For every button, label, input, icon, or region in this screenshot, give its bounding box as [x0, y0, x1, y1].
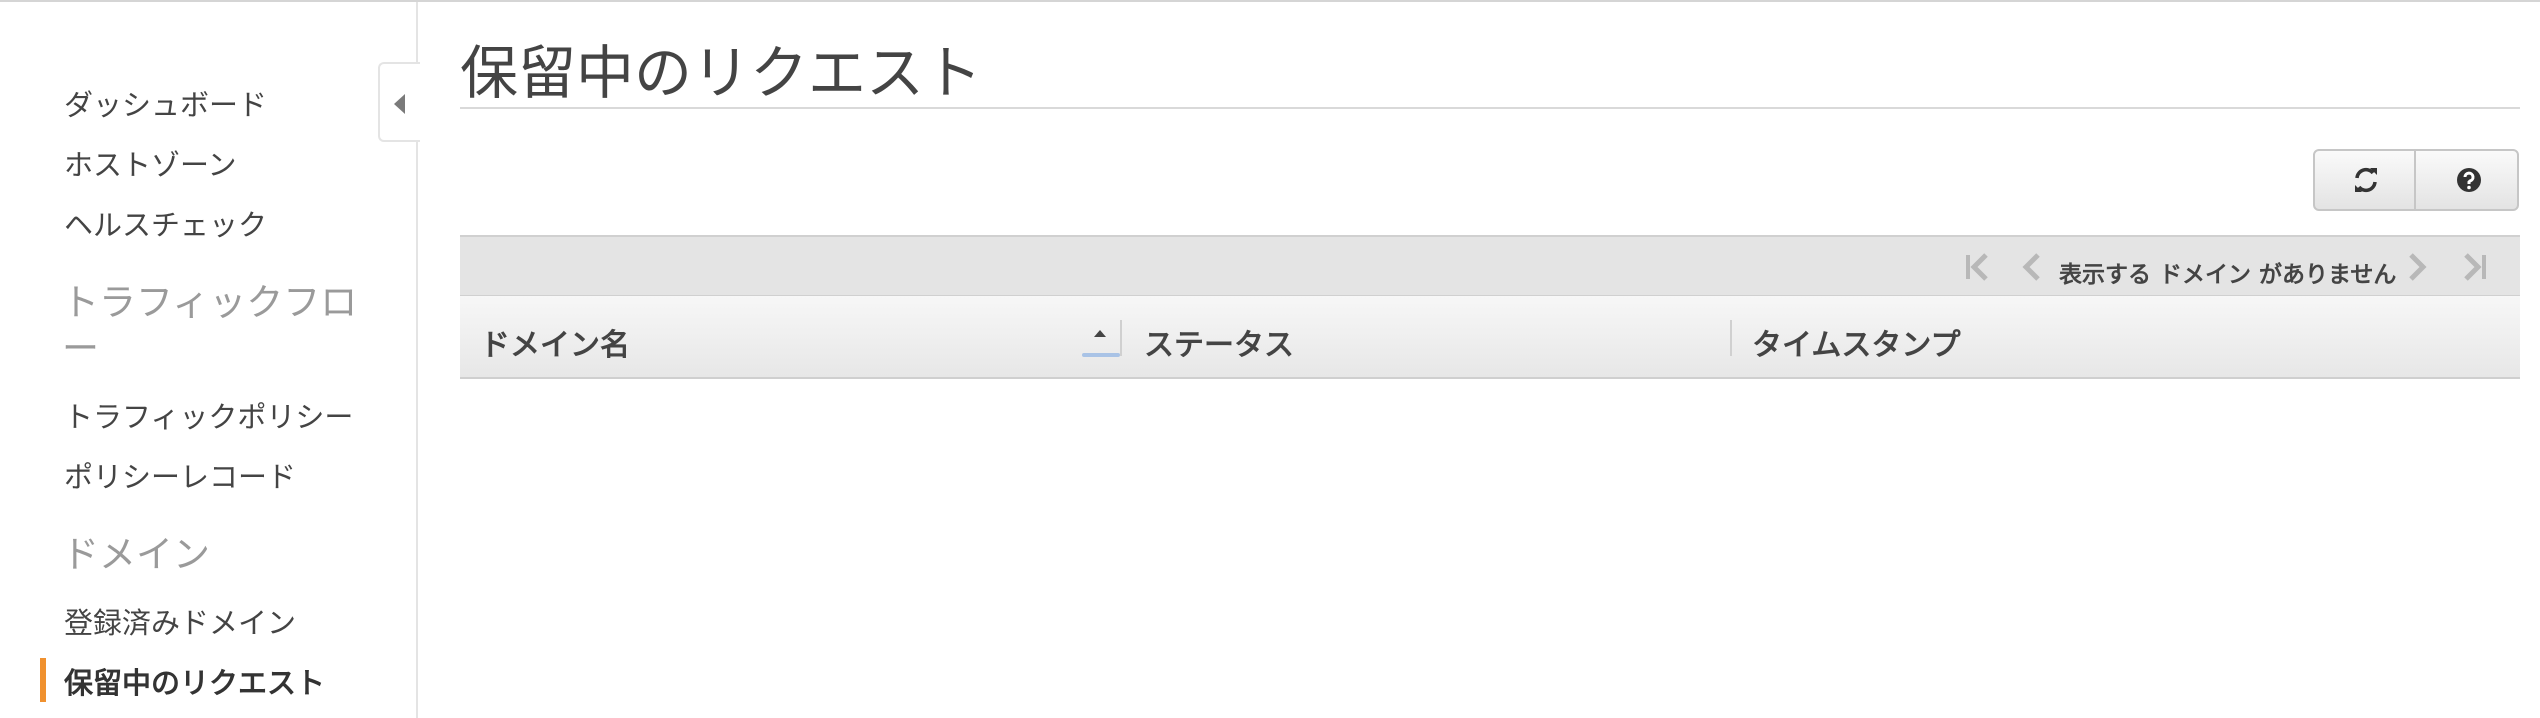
- title-divider: [460, 107, 2520, 109]
- column-header-timestamp[interactable]: タイムスタンプ: [1752, 320, 1961, 364]
- page-title: 保留中のリクエスト: [460, 39, 983, 107]
- sidebar-item-policy-records[interactable]: ポリシーレコード: [64, 454, 296, 496]
- sidebar: ダッシュボード ホストゾーン ヘルスチェック トラフィックフロー トラフィックポ…: [0, 2, 418, 718]
- sidebar-collapse-button[interactable]: [378, 62, 420, 142]
- table-header-row: ドメイン名 ステータス タイムスタンプ: [460, 295, 2520, 379]
- sidebar-item-health-checks[interactable]: ヘルスチェック: [64, 202, 267, 244]
- last-page-icon[interactable]: [2456, 251, 2490, 283]
- active-indicator: [40, 658, 46, 702]
- sort-ascending-indicator[interactable]: [1080, 320, 1120, 360]
- help-button[interactable]: [2418, 151, 2519, 209]
- column-header-domain-name[interactable]: ドメイン名: [480, 320, 630, 364]
- column-divider[interactable]: [1120, 320, 1122, 356]
- sidebar-item-pending-requests[interactable]: 保留中のリクエスト: [64, 660, 325, 702]
- first-page-icon[interactable]: [1962, 251, 1996, 283]
- sort-up-icon: [1094, 330, 1106, 337]
- sidebar-section-traffic-flow: トラフィックフロー: [62, 281, 358, 370]
- caret-left-icon: [394, 94, 405, 114]
- next-page-icon[interactable]: [2405, 251, 2429, 283]
- toolbar-button-group: [2313, 149, 2519, 211]
- refresh-button[interactable]: [2315, 151, 2416, 209]
- sidebar-item-hosted-zones[interactable]: ホストゾーン: [64, 142, 237, 184]
- sort-active-underline: [1082, 353, 1120, 357]
- previous-page-icon[interactable]: [2020, 251, 2044, 283]
- sidebar-item-registered-domains[interactable]: 登録済みドメイン: [64, 600, 296, 642]
- refresh-icon: [2355, 167, 2377, 193]
- column-divider[interactable]: [1730, 320, 1732, 356]
- column-header-status[interactable]: ステータス: [1144, 320, 1294, 364]
- help-icon: [2457, 168, 2481, 192]
- sidebar-item-dashboard[interactable]: ダッシュボード: [64, 82, 267, 124]
- sidebar-item-traffic-policies[interactable]: トラフィックポリシー: [64, 394, 353, 436]
- sidebar-section-domains: ドメイン: [62, 533, 210, 576]
- pager-status-text: 表示する ドメイン がありません: [2059, 262, 2397, 288]
